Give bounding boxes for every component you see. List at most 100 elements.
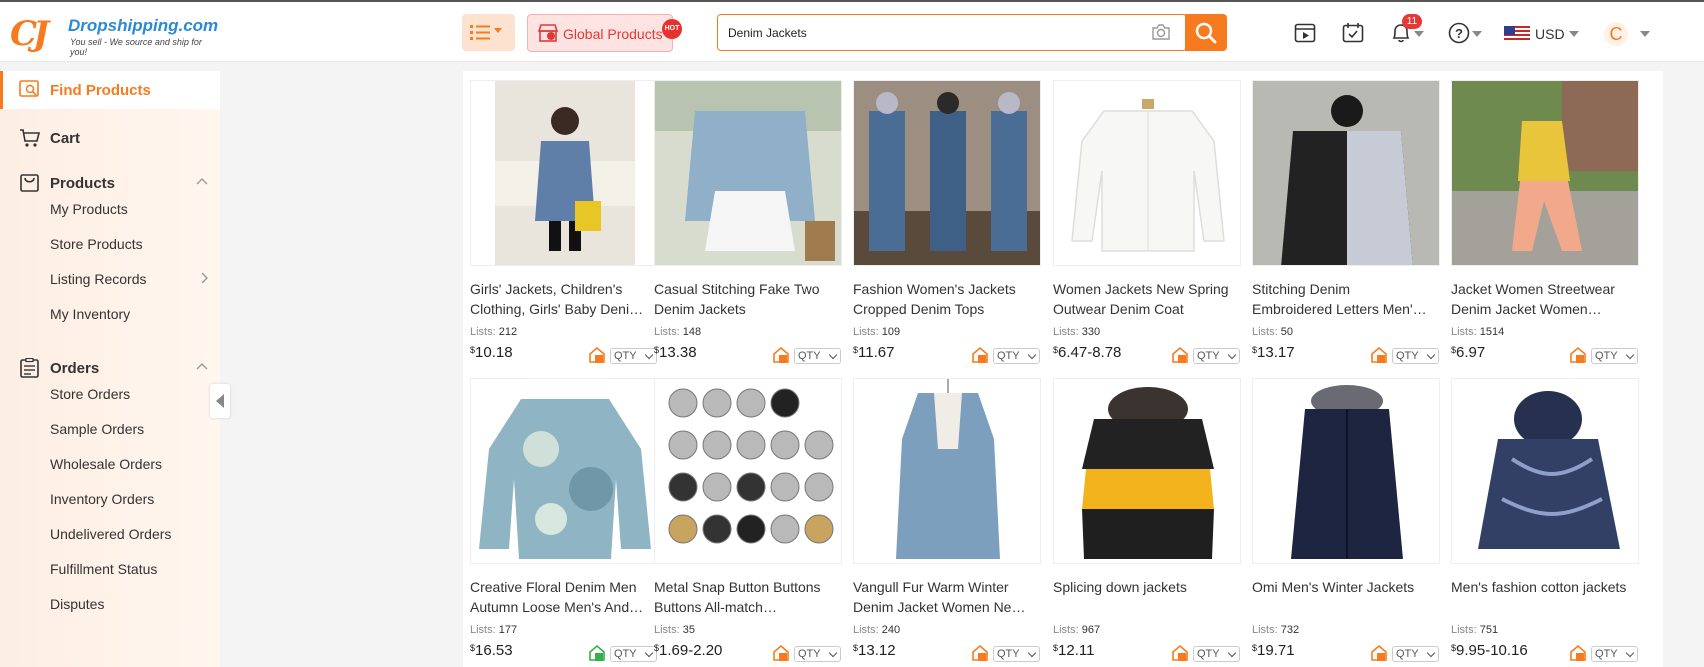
product-image[interactable] <box>470 80 658 266</box>
product-title[interactable]: Metal Snap Button Buttons Buttons All-mat… <box>654 577 842 617</box>
product-price: $6.97 <box>1451 344 1486 361</box>
svg-text:?: ? <box>1455 26 1463 41</box>
qty-select[interactable]: QTY <box>1392 646 1439 662</box>
qty-select[interactable]: QTY <box>1392 348 1439 364</box>
qty-select[interactable]: QTY <box>1591 348 1638 364</box>
qty-select[interactable]: QTY <box>1193 646 1240 662</box>
sidebar-item-cart[interactable]: Cart <box>0 119 220 157</box>
video-icon[interactable] <box>1294 22 1316 44</box>
product-image[interactable] <box>470 378 658 564</box>
shipping-icon[interactable] <box>1370 346 1388 364</box>
sidebar-item-orders[interactable]: Orders <box>0 349 220 387</box>
search-button[interactable] <box>1185 14 1227 51</box>
currency-dropdown-caret[interactable] <box>1569 31 1579 37</box>
bell-dropdown-caret[interactable] <box>1414 31 1424 37</box>
logo[interactable]: CJ Dropshipping.com You sell - We source… <box>10 12 218 57</box>
product-lists-count: Lists: 50 <box>1252 326 1293 338</box>
sidebar-item-undelivered-orders[interactable]: Undelivered Orders <box>50 526 171 542</box>
qty-select[interactable]: QTY <box>794 348 841 364</box>
product-image[interactable] <box>1053 378 1241 564</box>
help-dropdown-caret[interactable] <box>1472 31 1482 37</box>
shipping-icon[interactable] <box>772 644 790 662</box>
sidebar-item-label: Find Products <box>50 82 151 99</box>
sidebar-item-find-products[interactable]: Find Products <box>0 71 220 109</box>
camera-icon[interactable] <box>1151 23 1171 41</box>
avatar[interactable]: C <box>1604 22 1628 46</box>
category-menu-button[interactable] <box>462 14 515 51</box>
qty-select[interactable]: QTY <box>993 646 1040 662</box>
sidebar-item-label: Products <box>50 175 116 192</box>
product-title[interactable]: Women Jackets New Spring Outwear Denim Co… <box>1053 279 1241 319</box>
qty-select[interactable]: QTY <box>1591 646 1638 662</box>
logo-tagline: You sell - We source and ship for you! <box>70 37 202 57</box>
chevron-right-icon[interactable] <box>200 272 208 284</box>
hot-badge: HOT <box>662 19 682 39</box>
currency-selector[interactable]: USD <box>1535 26 1565 42</box>
product-image[interactable] <box>853 80 1041 266</box>
product-lists-count: Lists: 967 <box>1053 624 1101 636</box>
product-image[interactable] <box>853 378 1041 564</box>
shipping-icon-green[interactable] <box>588 644 606 662</box>
account-dropdown-caret[interactable] <box>1640 31 1650 37</box>
shipping-icon[interactable] <box>1171 346 1189 364</box>
product-title[interactable]: Omi Men's Winter Jackets <box>1252 577 1440 597</box>
shipping-icon[interactable] <box>971 346 989 364</box>
help-icon[interactable]: ? <box>1448 22 1470 44</box>
qty-select[interactable]: QTY <box>610 646 657 662</box>
product-image[interactable] <box>1053 80 1241 266</box>
shipping-icon[interactable] <box>1171 644 1189 662</box>
sidebar-collapse-toggle[interactable] <box>210 384 230 418</box>
shipping-icon[interactable] <box>971 644 989 662</box>
product-price: $13.12 <box>853 642 896 659</box>
product-title[interactable]: Men's fashion cotton jackets <box>1451 577 1639 597</box>
product-price: $19.71 <box>1252 642 1295 659</box>
search-box <box>717 14 1187 51</box>
product-image[interactable] <box>654 80 842 266</box>
qty-select[interactable]: QTY <box>610 348 657 364</box>
product-lists-count: Lists: 732 <box>1252 624 1300 636</box>
sidebar-item-label: Cart <box>50 130 81 147</box>
product-price: $13.17 <box>1252 344 1295 361</box>
sidebar-item-my-products[interactable]: My Products <box>50 201 128 217</box>
product-image[interactable] <box>654 378 842 564</box>
product-title[interactable]: Girls' Jackets, Children's Clothing, Girl… <box>470 279 658 319</box>
sidebar-item-wholesale-orders[interactable]: Wholesale Orders <box>50 456 162 472</box>
product-image[interactable] <box>1451 378 1639 564</box>
sidebar-item-sample-orders[interactable]: Sample Orders <box>50 421 144 437</box>
product-lists-count: Lists: 148 <box>654 326 702 338</box>
qty-select[interactable]: QTY <box>1193 348 1240 364</box>
product-lists-count: Lists: 177 <box>470 624 518 636</box>
product-title[interactable]: Stitching Denim Embroidered Letters Men'… <box>1252 279 1440 319</box>
product-image[interactable] <box>1252 80 1440 266</box>
sidebar-item-fulfillment-status[interactable]: Fulfillment Status <box>50 561 157 577</box>
sidebar-item-products[interactable]: Products <box>0 164 220 202</box>
shipping-icon[interactable] <box>1569 644 1587 662</box>
sidebar-item-store-products[interactable]: Store Products <box>50 236 143 252</box>
product-image[interactable] <box>1252 378 1440 564</box>
product-lists-count: Lists: 1514 <box>1451 326 1505 338</box>
sidebar-item-inventory-orders[interactable]: Inventory Orders <box>50 491 154 507</box>
shipping-icon[interactable] <box>772 346 790 364</box>
qty-select[interactable]: QTY <box>794 646 841 662</box>
sidebar-item-listing-records[interactable]: Listing Records <box>50 271 147 287</box>
product-title[interactable]: Casual Stitching Fake Two Denim Jackets <box>654 279 842 319</box>
global-products-button[interactable]: Global Products HOT <box>527 14 682 52</box>
product-title[interactable]: Fashion Women's Jackets Cropped Denim Top… <box>853 279 1041 319</box>
product-price: $1.69-2.20 <box>654 642 723 659</box>
sidebar-item-store-orders[interactable]: Store Orders <box>50 386 130 402</box>
product-title[interactable]: Jacket Women Streetwear Denim Jacket Wome… <box>1451 279 1639 319</box>
sidebar-item-my-inventory[interactable]: My Inventory <box>50 306 130 322</box>
search-input[interactable] <box>728 23 1098 43</box>
product-title[interactable]: Vangull Fur Warm Winter Denim Jacket Wome… <box>853 577 1041 617</box>
shipping-icon[interactable] <box>588 346 606 364</box>
shipping-icon[interactable] <box>1370 644 1388 662</box>
product-title[interactable]: Creative Floral Denim Men Autumn Loose Me… <box>470 577 658 617</box>
us-flag-icon[interactable] <box>1504 26 1530 42</box>
product-title[interactable]: Splicing down jackets <box>1053 577 1241 597</box>
calendar-check-icon[interactable] <box>1342 22 1364 44</box>
qty-select[interactable]: QTY <box>993 348 1040 364</box>
product-grid: Girls' Jackets, Children's Clothing, Girl… <box>463 71 1663 667</box>
product-image[interactable] <box>1451 80 1639 266</box>
sidebar-item-disputes[interactable]: Disputes <box>50 596 104 612</box>
shipping-icon[interactable] <box>1569 346 1587 364</box>
